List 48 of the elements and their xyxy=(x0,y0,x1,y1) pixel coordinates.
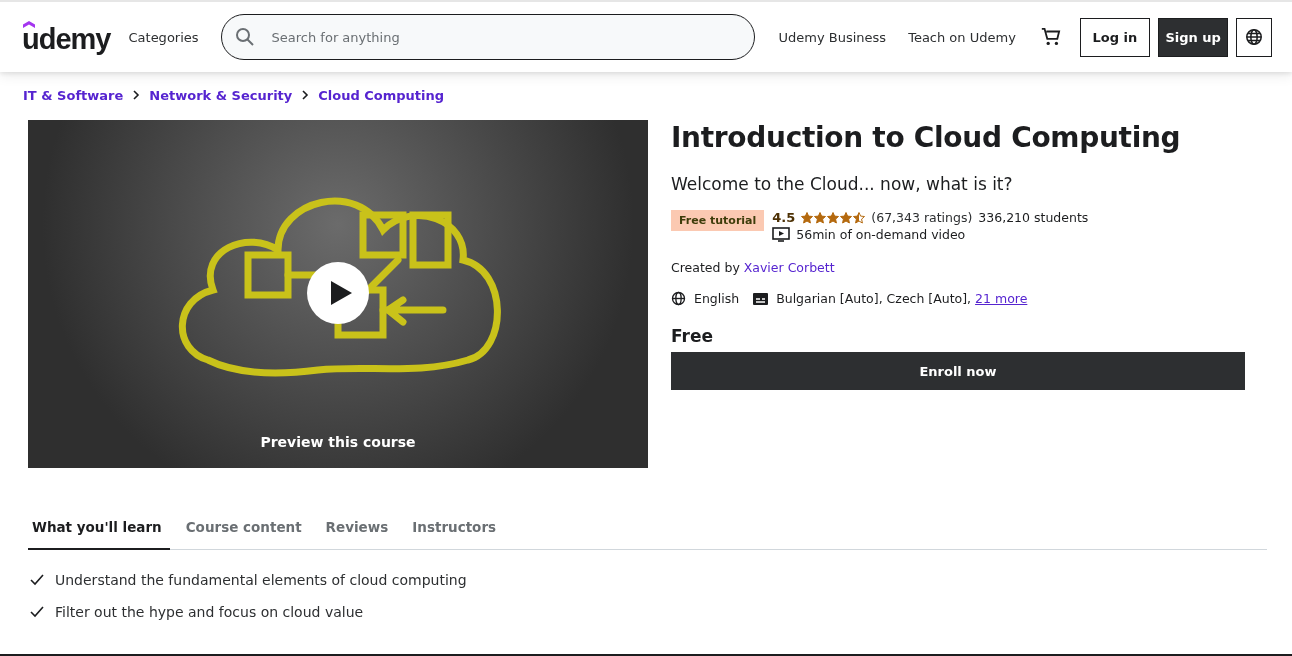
play-icon xyxy=(328,280,353,306)
breadcrumb-link[interactable]: IT & Software xyxy=(23,87,124,103)
section-tab[interactable]: What you'll learn xyxy=(28,509,170,550)
categories-link[interactable]: Categories xyxy=(128,29,199,45)
globe-icon xyxy=(671,291,686,306)
more-captions-link[interactable]: 21 more xyxy=(975,291,1028,306)
ratings-count: (67,343 ratings) xyxy=(871,210,973,225)
free-tutorial-badge: Free tutorial xyxy=(671,210,765,231)
video-length: 56min of on-demand video xyxy=(796,227,966,242)
chevron-icon xyxy=(301,90,310,100)
learning-point: Filter out the hype and focus on cloud value xyxy=(55,604,364,620)
nav-link[interactable]: Teach on Udemy xyxy=(908,29,1016,45)
chevron-icon xyxy=(132,90,141,100)
section-tab[interactable]: Instructors xyxy=(408,509,505,550)
breadcrumb-link[interactable]: Network & Security xyxy=(149,87,293,103)
section-tab[interactable]: Course content xyxy=(181,509,310,550)
check-icon xyxy=(30,574,44,586)
signup-button[interactable]: Sign up xyxy=(1158,17,1229,57)
section-tab[interactable]: Reviews xyxy=(321,509,397,550)
price: Free xyxy=(671,326,714,346)
preview-label: Preview this course xyxy=(259,434,417,450)
udemy-logo[interactable]: udemy xyxy=(22,23,111,54)
star-icon xyxy=(827,211,840,224)
rating-value: 4.5 xyxy=(772,210,796,225)
globe-icon xyxy=(1245,28,1264,46)
breadcrumb-link[interactable]: Cloud Computing xyxy=(318,87,445,103)
captions-text: Bulgarian [Auto], Czech [Auto], 21 more xyxy=(776,291,1028,306)
search-field[interactable]: Search for anything xyxy=(220,14,755,60)
star-icon xyxy=(853,211,866,224)
check-icon xyxy=(30,606,44,618)
course-subtitle: Welcome to the Cloud... now, what is it? xyxy=(671,174,1014,194)
author-link[interactable]: Xavier Corbett xyxy=(743,260,835,275)
video-icon xyxy=(772,227,791,242)
course-title: Introduction to Cloud Computing xyxy=(671,120,1182,156)
language-text: English xyxy=(694,291,740,306)
students-count: 336,210 students xyxy=(978,210,1089,225)
created-by-text: Created by Xavier Corbett xyxy=(671,260,836,275)
video-preview[interactable]: Preview this course xyxy=(28,120,648,468)
star-icon xyxy=(801,211,814,224)
logo-hat-icon xyxy=(23,20,35,28)
star-icon xyxy=(814,211,827,224)
language-button[interactable] xyxy=(1236,17,1272,57)
nav-link[interactable]: Udemy Business xyxy=(778,29,887,45)
star-icon xyxy=(840,211,853,224)
learning-point: Understand the fundamental elements of cloud computing xyxy=(55,572,467,588)
captions-icon xyxy=(753,292,769,305)
login-button[interactable]: Log in xyxy=(1079,17,1150,57)
enroll-button[interactable]: Enroll now xyxy=(671,352,1245,390)
